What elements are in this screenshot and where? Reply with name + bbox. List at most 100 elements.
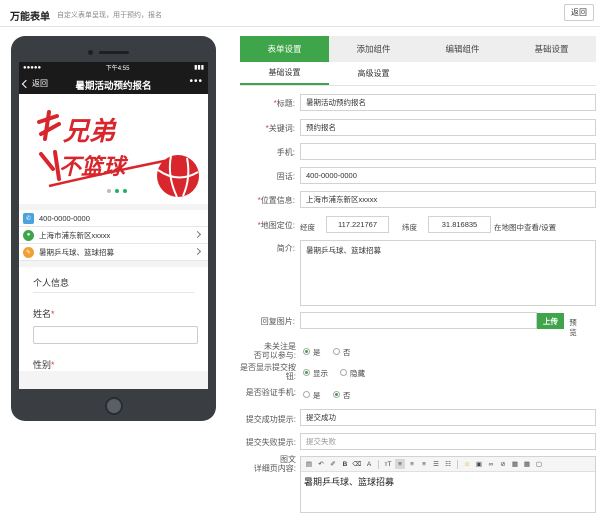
align-right-icon[interactable]: ≡ <box>419 459 429 469</box>
tab-form-settings[interactable]: 表单设置 <box>240 36 329 62</box>
unlink-icon[interactable]: ⊘ <box>498 459 508 469</box>
bold-icon[interactable]: B <box>340 459 350 469</box>
emoji-icon[interactable]: ☺ <box>462 459 472 469</box>
more-icon[interactable]: ••• <box>189 76 203 87</box>
banner-image: 兄弟 不篮球 <box>19 94 208 204</box>
fullscreen-icon[interactable]: ▢ <box>534 459 544 469</box>
chevron-right-icon <box>193 230 202 239</box>
page-title: 万能表单 <box>10 12 50 23</box>
follow-yes-radio[interactable] <box>303 348 310 355</box>
align-left-icon[interactable]: ≡ <box>395 459 405 469</box>
success-tip-input[interactable]: 提交成功 <box>300 409 596 426</box>
editor-toolbar: ▤ ↶ ✐ B ⌫ A тT ≡ ≡ ≡ ☰ ☷ ☺ ▣ ∞ ⊘ ▦ ▦ ▢ <box>301 457 595 472</box>
fail-tip-input[interactable]: 提交失败 <box>300 433 596 450</box>
phone-icon: ✆ <box>23 212 34 224</box>
preview-link[interactable]: 预览 <box>568 318 578 338</box>
landline-input[interactable]: 400-0000-0000 <box>300 167 596 184</box>
carousel-dot[interactable] <box>115 189 119 193</box>
longitude-input[interactable]: 117.221767 <box>326 216 389 233</box>
info-text: 上海市浦东新区xxxxx <box>39 230 111 240</box>
hide-submit-radio[interactable] <box>340 369 347 376</box>
intro-label: 简介: <box>276 244 295 253</box>
carousel-dots[interactable] <box>107 189 127 193</box>
tab-basic-settings[interactable]: 基础设置 <box>507 36 596 62</box>
show-submit-radio[interactable] <box>303 369 310 376</box>
hide-submit-label-text: 隐藏 <box>350 369 365 378</box>
longitude-label: 经度 <box>300 223 315 232</box>
undo-icon[interactable]: ↶ <box>316 459 326 469</box>
location-input[interactable]: 上海市浦东新区xxxxx <box>300 191 596 208</box>
reply-image-label: 回复图片: <box>260 317 295 326</box>
phone-speaker <box>99 51 129 54</box>
info-text: 400-0000-0000 <box>39 213 90 223</box>
eraser-icon[interactable]: ⌫ <box>352 459 362 469</box>
name-input[interactable] <box>33 326 198 344</box>
map-location-label: *地图定位: <box>257 221 295 230</box>
intro-textarea[interactable]: 暑期乒乓球、篮球招募 <box>300 240 596 306</box>
subtab-basic[interactable]: 基础设置 <box>240 62 329 85</box>
follow-no-label: 否 <box>343 348 351 357</box>
home-button[interactable] <box>105 397 123 415</box>
phone-navbar: 返回 暑期活动预约报名 ••• <box>19 73 208 94</box>
verify-yes-label: 是 <box>313 391 321 400</box>
location-icon: ● <box>23 229 34 241</box>
ordered-list-icon[interactable]: ☰ <box>431 459 441 469</box>
success-tip-label: 提交成功提示: <box>245 415 296 424</box>
rich-text-editor[interactable]: ▤ ↶ ✐ B ⌫ A тT ≡ ≡ ≡ ☰ ☷ ☺ ▣ ∞ ⊘ ▦ ▦ ▢ 暑… <box>300 456 596 513</box>
follow-yes-label: 是 <box>313 348 321 357</box>
personal-info-section: 个人信息 姓名* 性别* <box>19 267 208 371</box>
media-icon[interactable]: ▦ <box>510 459 520 469</box>
info-row-intro[interactable]: ✎ 暑期乒乓球、篮球招募 <box>19 244 208 261</box>
link-icon[interactable]: ∞ <box>486 459 496 469</box>
follow-no-radio[interactable] <box>333 348 340 355</box>
banner-art: 兄弟 不篮球 <box>37 110 199 198</box>
verify-yes-radio[interactable] <box>303 391 310 398</box>
tab-add-component[interactable]: 添加组件 <box>329 36 418 62</box>
map-view-link[interactable]: 在地图中查看/设置 <box>494 222 556 233</box>
mobile-input[interactable] <box>300 143 596 160</box>
info-row-phone[interactable]: ✆ 400-0000-0000 <box>19 210 208 227</box>
show-submit-label: 是否显示提交按 钮: <box>240 363 296 381</box>
battery-icon: ▮▮▮ <box>194 65 204 71</box>
section-title: 个人信息 <box>33 267 194 293</box>
upload-button[interactable]: 上传 <box>537 313 564 329</box>
page-subtitle: 自定义表单呈现，用于预约，报名 <box>57 12 162 19</box>
paint-icon[interactable]: ✐ <box>328 459 338 469</box>
editor-content[interactable]: 暑期乒乓球、篮球招募 <box>301 472 595 491</box>
font-size-icon[interactable]: тT <box>383 459 393 469</box>
name-label: 姓名* <box>33 309 55 319</box>
back-button[interactable]: 返回 <box>564 4 594 21</box>
detail-content-label: 图文 详细页内容: <box>253 455 296 473</box>
font-color-icon[interactable]: A <box>364 459 374 469</box>
table-icon[interactable]: ▦ <box>522 459 532 469</box>
title-label: *标题: <box>273 99 295 108</box>
chevron-right-icon <box>193 247 202 256</box>
subtab-advanced[interactable]: 高级设置 <box>329 62 418 85</box>
source-icon[interactable]: ▤ <box>304 459 314 469</box>
banner-text-1: 兄弟 <box>62 117 117 147</box>
page-header: 万能表单 自定义表单呈现，用于预约，报名 返回 <box>0 0 600 27</box>
title-input[interactable]: 暑期活动预约报名 <box>300 94 596 111</box>
info-row-location[interactable]: ● 上海市浦东新区xxxxx <box>19 227 208 244</box>
location-label: *位置信息: <box>257 196 295 205</box>
align-center-icon[interactable]: ≡ <box>407 459 417 469</box>
mobile-label: 手机: <box>276 148 295 157</box>
carousel-dot[interactable] <box>107 189 111 193</box>
tab-edit-component[interactable]: 编辑组件 <box>418 36 507 62</box>
status-bar: ●●●●● 下午4:55 ▮▮▮ <box>19 62 208 73</box>
reply-image-input[interactable] <box>300 312 537 329</box>
status-time: 下午4:55 <box>105 66 130 72</box>
show-submit-label-text: 显示 <box>313 369 328 378</box>
info-text: 暑期乒乓球、篮球招募 <box>39 247 114 257</box>
latitude-input[interactable]: 31.816835 <box>428 216 491 233</box>
carousel-dot[interactable] <box>123 189 127 193</box>
settings-tabs: 表单设置 添加组件 编辑组件 基础设置 <box>240 36 596 62</box>
sub-tabs: 基础设置 高级设置 <box>240 62 596 86</box>
image-icon[interactable]: ▣ <box>474 459 484 469</box>
verify-no-radio[interactable] <box>333 391 340 398</box>
fail-tip-label: 提交失败提示: <box>245 438 296 447</box>
unordered-list-icon[interactable]: ☷ <box>443 459 453 469</box>
gender-label: 性别* <box>33 360 55 370</box>
keyword-input[interactable]: 预约报名 <box>300 119 596 136</box>
keyword-label: *关键词: <box>265 124 295 133</box>
